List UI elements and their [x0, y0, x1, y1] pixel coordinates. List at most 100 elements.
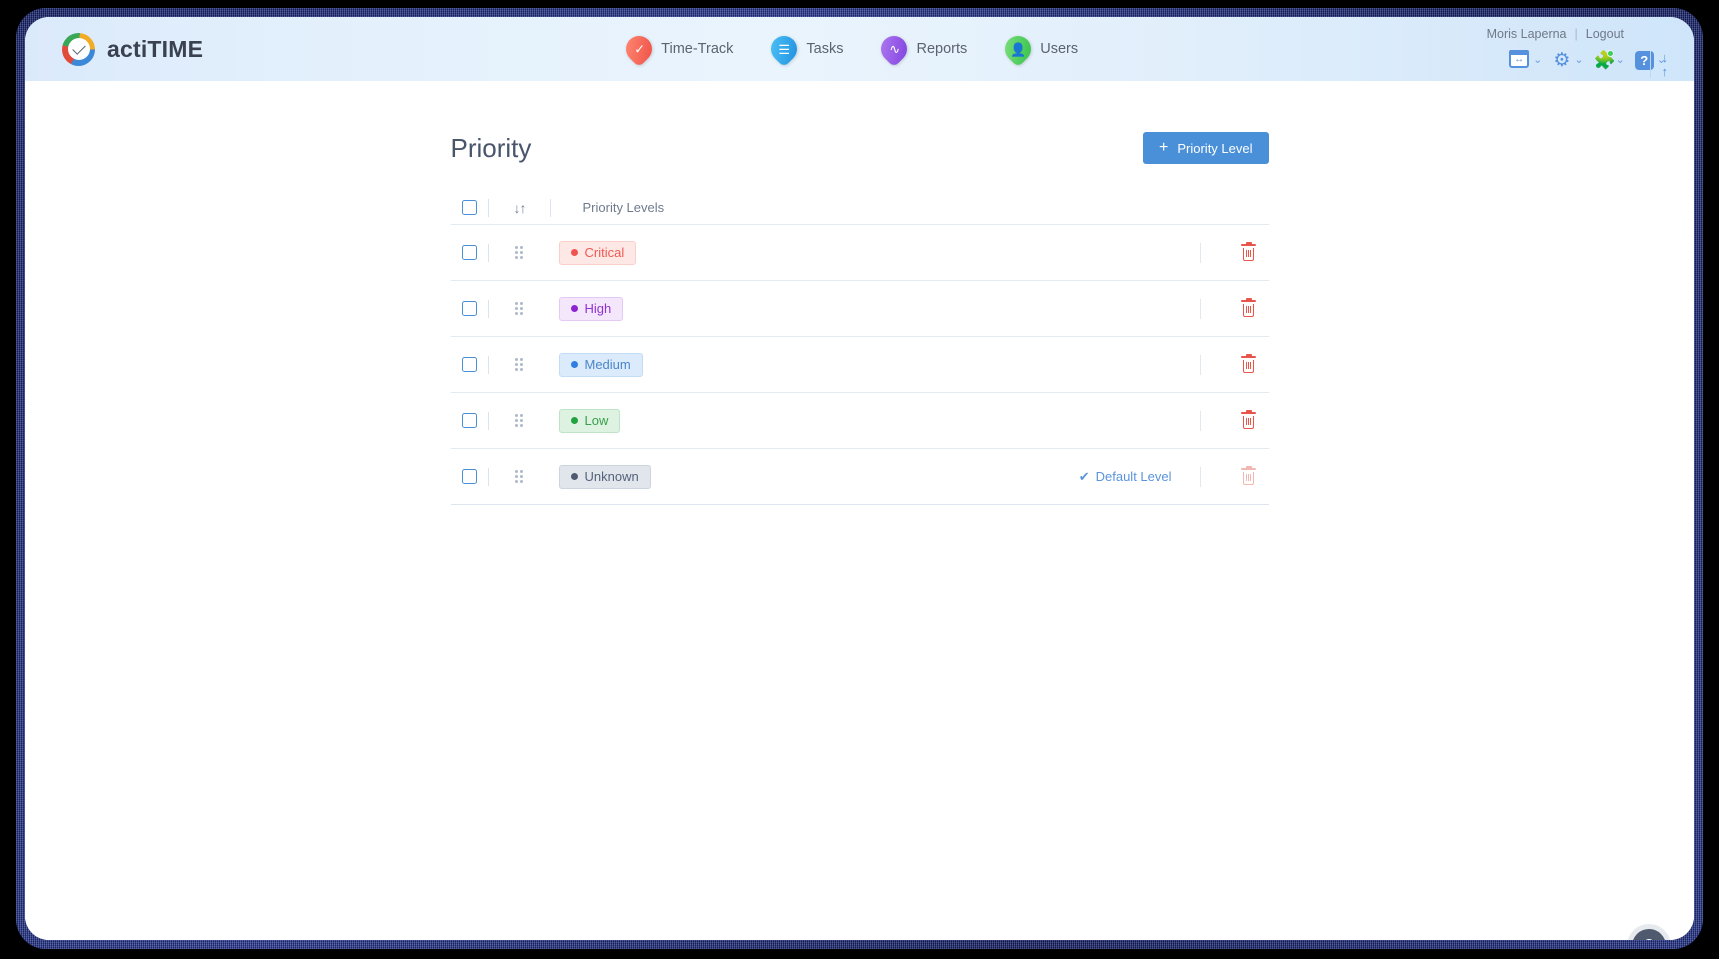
trash-icon: [1241, 465, 1256, 485]
row-right-divider: [1199, 410, 1201, 431]
row-divider: [480, 299, 498, 318]
column-header-label: Priority Levels: [582, 200, 665, 215]
row-name-cell: Medium: [542, 352, 1166, 377]
gear-icon: ⚙: [1553, 49, 1571, 71]
priority-name: High: [584, 301, 612, 316]
column-header-priority-levels: Priority Levels: [560, 200, 1269, 215]
priority-color-dot: [570, 361, 578, 368]
sort-icon[interactable]: ↓↑: [514, 200, 527, 216]
priority-badge[interactable]: Unknown: [558, 464, 651, 489]
row-select-cell: [451, 469, 480, 484]
integrations-tool[interactable]: 🧩 ⌄: [1593, 49, 1631, 70]
header-collapse-control[interactable]: ↓ ↑: [1649, 51, 1669, 78]
priority-name: Unknown: [584, 469, 639, 484]
default-level-label[interactable]: Default Level: [1096, 469, 1172, 484]
main-navigation: ✓ Time-Track ☰ Tasks ∿ Reports 👤 Users: [620, 30, 1079, 68]
drag-handle-icon[interactable]: [515, 414, 524, 427]
scroll-up-icon[interactable]: ↑: [1662, 65, 1669, 78]
table-row[interactable]: Unknown ✔ Default Level: [450, 449, 1269, 505]
select-all-cell: [451, 200, 480, 215]
trash-icon: [1241, 353, 1256, 373]
account-divider: |: [1574, 27, 1578, 41]
priority-badge[interactable]: High: [558, 296, 624, 321]
app-header: actiTIME ✓ Time-Track ☰ Tasks ∿ Reports …: [25, 17, 1694, 81]
table-row[interactable]: High: [450, 281, 1269, 337]
puzzle-icon: 🧩: [1593, 49, 1616, 70]
delete-row-button[interactable]: [1229, 353, 1269, 373]
calendar-range-icon: [1509, 49, 1530, 71]
nav-label-tasks: Tasks: [806, 41, 844, 57]
drag-handle-cell: [498, 246, 542, 259]
drag-handle-icon[interactable]: [515, 470, 524, 483]
add-priority-level-button[interactable]: + Priority Level: [1143, 132, 1269, 164]
nav-label-time-track: Time-Track: [661, 41, 734, 57]
scroll-down-icon[interactable]: ↓: [1662, 51, 1669, 64]
drag-handle-icon[interactable]: [515, 302, 524, 315]
priority-badge[interactable]: Low: [558, 408, 621, 433]
user-name: Moris Laperna: [1486, 27, 1567, 41]
delete-row-button: [1229, 465, 1269, 485]
brand[interactable]: actiTIME: [62, 32, 203, 66]
row-select-cell: [451, 301, 480, 316]
chevron-down-icon-integrations[interactable]: ⌄: [1616, 54, 1625, 66]
plus-icon: +: [1159, 139, 1169, 156]
row-checkbox[interactable]: [461, 413, 477, 428]
default-check-icon: ✔: [1078, 468, 1090, 484]
logout-link[interactable]: Logout: [1586, 27, 1624, 41]
table-row[interactable]: Medium: [450, 337, 1269, 393]
help-fab-label: ?: [1644, 937, 1654, 940]
account-line: Moris Laperna | Logout: [1487, 23, 1678, 45]
priority-badge[interactable]: Medium: [558, 352, 643, 377]
priority-color-dot: [570, 305, 578, 312]
row-name-cell: Unknown: [542, 464, 1079, 489]
drag-handle-cell: [498, 358, 542, 371]
settings-tool[interactable]: ⚙ ⌄: [1552, 51, 1589, 70]
calendar-tool[interactable]: ⌄: [1509, 49, 1548, 71]
chevron-down-icon-calendar[interactable]: ⌄: [1533, 54, 1542, 66]
select-all-checkbox[interactable]: [461, 200, 477, 215]
row-checkbox[interactable]: [461, 357, 477, 372]
acti-clock-logo-icon: [62, 32, 95, 66]
nav-item-tasks[interactable]: ☰ Tasks: [766, 30, 844, 68]
delete-row-button[interactable]: [1229, 297, 1269, 317]
drag-handle-icon[interactable]: [515, 358, 524, 371]
drag-handle-icon[interactable]: [515, 246, 524, 259]
chevron-down-icon-settings[interactable]: ⌄: [1574, 54, 1583, 66]
time-track-icon: ✓: [620, 30, 658, 68]
row-select-cell: [451, 357, 480, 372]
priority-color-dot: [570, 249, 578, 256]
priority-badge[interactable]: Critical: [558, 240, 637, 265]
row-divider: [480, 411, 498, 430]
row-divider: [480, 467, 498, 486]
drag-handle-cell: [498, 470, 542, 483]
row-checkbox[interactable]: [461, 301, 477, 316]
row-right-divider: [1199, 298, 1201, 319]
nav-item-users[interactable]: 👤 Users: [999, 30, 1079, 68]
page-header-row: Priority + Priority Level: [451, 132, 1269, 164]
priority-name: Medium: [584, 357, 631, 372]
header-divider-2: [542, 198, 560, 217]
add-priority-level-label: Priority Level: [1177, 140, 1253, 156]
trash-icon: [1241, 297, 1256, 317]
priority-name: Critical: [584, 245, 625, 260]
tasks-icon: ☰: [766, 30, 803, 68]
row-checkbox[interactable]: [461, 469, 477, 484]
table-row[interactable]: Critical: [450, 225, 1269, 281]
row-select-cell: [451, 245, 480, 260]
delete-row-button[interactable]: [1229, 241, 1269, 261]
table-row[interactable]: Low: [450, 393, 1269, 449]
row-select-cell: [451, 413, 480, 428]
nav-item-time-track[interactable]: ✓ Time-Track: [620, 30, 734, 68]
nav-label-users: Users: [1040, 41, 1079, 57]
priority-levels-table: ↓↑ Priority Levels Critical High Medium …: [450, 191, 1269, 505]
priority-color-dot: [570, 417, 578, 424]
row-checkbox[interactable]: [461, 245, 477, 260]
users-icon: 👤: [999, 30, 1037, 68]
trash-icon: [1241, 241, 1256, 261]
page-title: Priority: [450, 132, 532, 163]
help-fab-button[interactable]: ?: [1632, 929, 1666, 940]
device-frame: actiTIME ✓ Time-Track ☰ Tasks ∿ Reports …: [16, 8, 1703, 949]
nav-item-reports[interactable]: ∿ Reports: [876, 30, 967, 68]
default-level-cell: ✔ Default Level: [1079, 469, 1172, 485]
delete-row-button[interactable]: [1229, 409, 1269, 429]
